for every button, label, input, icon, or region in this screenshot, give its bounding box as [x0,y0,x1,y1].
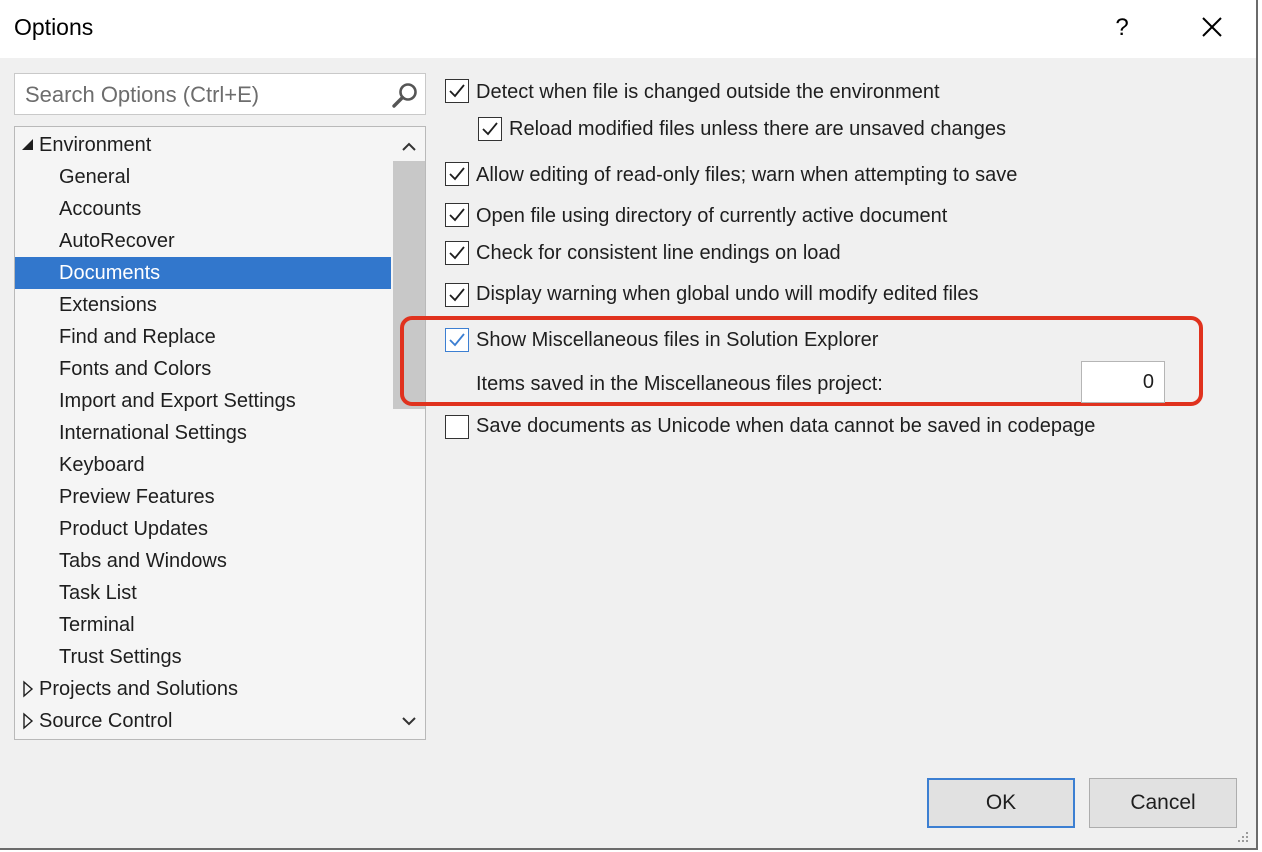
allow-readonly-label[interactable]: Allow editing of read-only files; warn w… [476,162,1017,188]
checkmark-icon [449,167,465,181]
tree-item-source-control[interactable]: Source Control [15,705,391,737]
tree-scrollbar[interactable] [393,127,425,739]
tree-item-product-updates[interactable]: Product Updates [15,513,391,545]
options-dialog: Options ? Environment General Accounts A… [0,0,1258,850]
tree-item-fonts-and-colors[interactable]: Fonts and Colors [15,353,391,385]
tree-item-label: Environment [39,134,152,156]
tree-item-terminal[interactable]: Terminal [15,609,391,641]
options-tree[interactable]: Environment General Accounts AutoRecover… [14,126,426,740]
allow-readonly-checkbox[interactable] [445,162,469,186]
help-button[interactable]: ? [1100,6,1144,50]
open-dir-label[interactable]: Open file using directory of currently a… [476,203,947,229]
checkmark-icon [449,84,465,98]
tree-item-autorecover[interactable]: AutoRecover [15,225,391,257]
title-bar: Options ? [0,0,1256,58]
tree-item-import-export[interactable]: Import and Export Settings [15,385,391,417]
tree-item-environment[interactable]: Environment [15,129,391,161]
tree-item-extensions[interactable]: Extensions [15,289,391,321]
search-box[interactable] [14,73,426,115]
reload-modified-checkbox[interactable] [478,117,502,141]
tree-item-accounts[interactable]: Accounts [15,193,391,225]
tree-item-label: Source Control [39,710,173,732]
close-button[interactable] [1190,6,1234,50]
tree-item-find-and-replace[interactable]: Find and Replace [15,321,391,353]
close-icon [1202,17,1222,37]
open-dir-checkbox[interactable] [445,203,469,227]
collapsed-arrow-icon[interactable] [21,705,35,737]
save-unicode-label[interactable]: Save documents as Unicode when data cann… [476,413,1095,439]
misc-files-label[interactable]: Show Miscellaneous files in Solution Exp… [476,327,878,353]
line-endings-label[interactable]: Check for consistent line endings on loa… [476,240,841,266]
checkmark-icon [482,122,498,136]
detect-changes-label[interactable]: Detect when file is changed outside the … [476,79,940,105]
search-icon[interactable] [391,81,419,109]
global-undo-checkbox[interactable] [445,283,469,307]
tree-item-international[interactable]: International Settings [15,417,391,449]
reload-modified-label[interactable]: Reload modified files unless there are u… [509,116,1006,142]
checkmark-icon [449,333,465,347]
collapsed-arrow-icon[interactable] [21,673,35,705]
checkmark-icon [449,208,465,222]
tree-item-tabs-and-windows[interactable]: Tabs and Windows [15,545,391,577]
chevron-up-icon[interactable] [393,131,425,163]
detect-changes-checkbox[interactable] [445,79,469,103]
line-endings-checkbox[interactable] [445,241,469,265]
global-undo-label[interactable]: Display warning when global undo will mo… [476,281,979,307]
misc-items-field[interactable] [1081,361,1165,403]
chevron-down-icon[interactable] [393,705,425,737]
cancel-button[interactable]: Cancel [1089,778,1237,828]
tree-item-projects-and-solutions[interactable]: Projects and Solutions [15,673,391,705]
tree-item-label: Projects and Solutions [39,678,239,700]
tree-item-trust-settings[interactable]: Trust Settings [15,641,391,673]
misc-files-checkbox[interactable] [445,328,469,352]
expanded-arrow-icon[interactable] [21,129,35,161]
ok-button[interactable]: OK [927,778,1075,828]
save-unicode-checkbox[interactable] [445,415,469,439]
tree-item-task-list[interactable]: Task List [15,577,391,609]
search-input[interactable] [23,78,387,112]
misc-items-label: Items saved in the Miscellaneous files p… [476,373,883,395]
tree-item-general[interactable]: General [15,161,391,193]
tree-item-keyboard[interactable]: Keyboard [15,449,391,481]
checkmark-icon [449,246,465,260]
tree-item-preview-features[interactable]: Preview Features [15,481,391,513]
checkmark-icon [449,288,465,302]
dialog-title: Options [14,14,94,40]
resize-grip-icon[interactable] [1236,830,1250,844]
tree-item-documents[interactable]: Documents [15,257,391,289]
